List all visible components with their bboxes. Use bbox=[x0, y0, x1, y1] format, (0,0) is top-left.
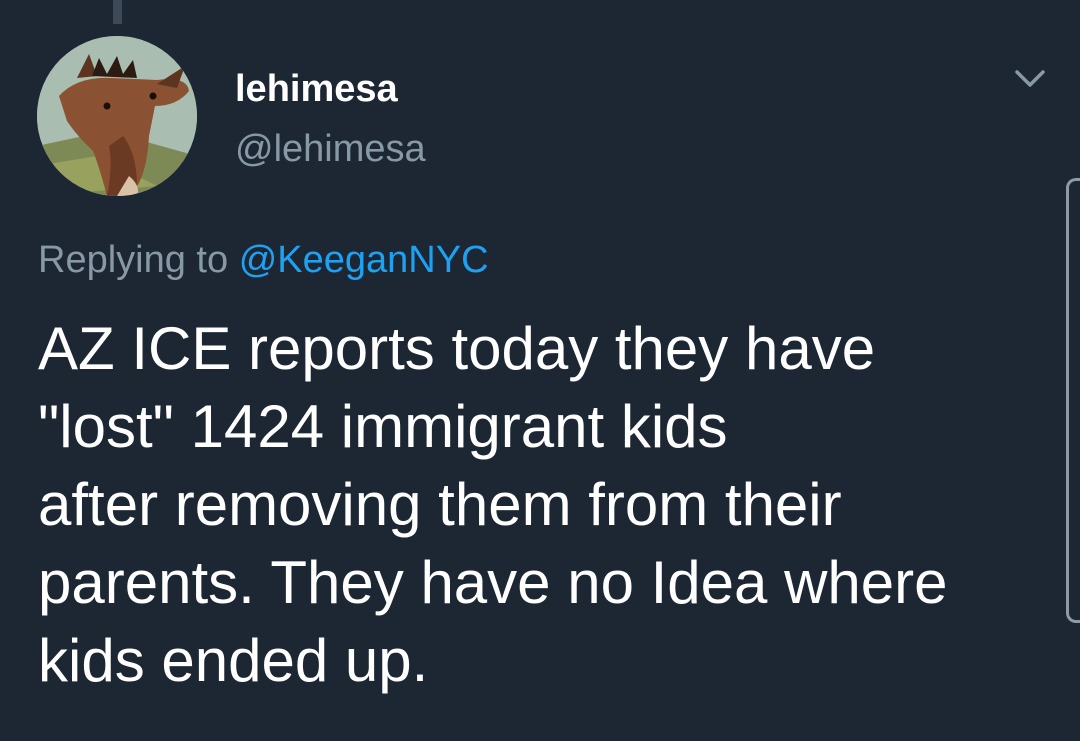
tweet-text-line: AZ ICE reports today they have bbox=[38, 315, 876, 382]
chevron-down-icon[interactable] bbox=[1012, 64, 1048, 94]
tweet-text-line: kids ended up. bbox=[38, 627, 429, 694]
author-display-name[interactable]: lehimesa bbox=[235, 66, 398, 112]
replying-to-line: Replying to @KeeganNYC bbox=[38, 236, 489, 284]
tweet-text-line: after removing them from their bbox=[38, 471, 842, 538]
avatar[interactable] bbox=[37, 36, 197, 196]
edge-panel-handle[interactable] bbox=[1066, 178, 1080, 623]
replying-to-label: Replying to bbox=[38, 239, 229, 281]
author-handle[interactable]: @lehimesa bbox=[235, 126, 426, 172]
mule-avatar-icon bbox=[37, 36, 197, 196]
tweet-text-line: "lost" 1424 immigrant kids bbox=[38, 393, 728, 460]
thread-connector-line bbox=[113, 0, 122, 24]
tweet-text-line: parents. They have no Idea where bbox=[38, 549, 948, 616]
tweet-body: AZ ICE reports today they have "lost" 14… bbox=[38, 310, 1038, 700]
reply-target-link[interactable]: @KeeganNYC bbox=[239, 239, 489, 281]
